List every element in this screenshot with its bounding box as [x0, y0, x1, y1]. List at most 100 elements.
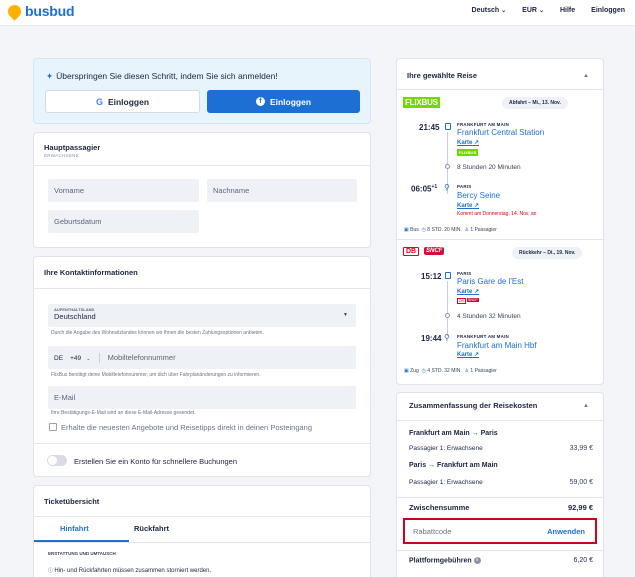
facebook-icon: f [255, 97, 265, 106]
return-duration: 4 Stunden 32 Minuten [457, 313, 521, 320]
tab-outbound[interactable]: Hinfahrt [60, 524, 89, 533]
google-icon: G [95, 96, 103, 107]
collapse-icon[interactable]: ▲ [583, 73, 589, 79]
location-pin-icon: ⚲ [444, 333, 450, 342]
top-nav: Deutsch ⌄ EUR ⌄ Hilfe Einloggen [472, 7, 625, 14]
outbound-meta: ▣ Bus ◷ 8 STD. 20 MIN. ♙ 1 Passagier [404, 227, 497, 233]
collapse-icon[interactable]: ▲ [583, 403, 589, 409]
subtotal-value: 92,99 € [567, 503, 593, 512]
currency-select[interactable]: EUR ⌄ [522, 7, 544, 14]
brand-logo[interactable]: busbud [5, 1, 75, 21]
language-select[interactable]: Deutsch ⌄ [472, 7, 507, 14]
return-arrival-city: FRANKFURT AM MAIN [457, 334, 509, 339]
facebook-login-button[interactable]: f Einloggen [207, 90, 360, 113]
sparkle-icon: ✦ [46, 71, 54, 81]
return-arrival-map-link[interactable]: Karte ↗ [457, 351, 479, 358]
info-icon[interactable]: i [473, 557, 481, 564]
country-value: Deutschland [54, 312, 96, 321]
bus-icon: ▣ [404, 227, 409, 233]
email-field[interactable]: E-Mail [48, 386, 356, 409]
birthdate-field[interactable]: Geburtsdatum [48, 210, 199, 233]
cost-summary-card: Zusammenfassung der Reisekosten ▲ Frankf… [396, 392, 604, 577]
phone-helper-text: FlixBus benötigt deine Mobiltelefonnumme… [51, 372, 261, 378]
refund-label: ERSTATTUNG UND UMTAUSCH [48, 551, 116, 556]
section-subtitle: ERWACHSENE [44, 153, 80, 158]
promo-code-label: Rabattcode [413, 527, 452, 536]
train-station-icon [445, 272, 451, 279]
outbound-arrival-map-link[interactable]: Karte ↗ [457, 202, 479, 209]
tab-return[interactable]: Rückfahrt [134, 524, 169, 533]
timeline-dot [445, 313, 450, 318]
first-name-field[interactable]: Vorname [48, 179, 199, 202]
offers-label: Erhalte die neuesten Angebote und Reiset… [61, 423, 313, 432]
location-pin-icon: ⚲ [444, 183, 450, 192]
external-link-icon: ↗ [472, 289, 480, 295]
outbound-arrival-time: 06:05+1 [411, 184, 438, 194]
passenger-icon: ♙ [464, 227, 470, 233]
phone-country-code[interactable]: DE [54, 355, 63, 362]
outbound-departure-map-link[interactable]: Karte ↗ [457, 139, 479, 146]
top-bar: busbud Deutsch ⌄ EUR ⌄ Hilfe Einloggen [0, 0, 635, 26]
flixbus-tag: FLIXBUS [457, 149, 479, 156]
day-offset: +1 [431, 184, 438, 190]
outbound-arrival-station: Bercy Seine [457, 191, 501, 200]
promo-code-field[interactable]: Rabattcode Anwenden [403, 518, 597, 544]
external-link-icon: ↗ [472, 140, 480, 146]
divider [397, 420, 603, 421]
ticket-overview-card: Ticketübersicht Hinfahrt Rückfahrt ERSTA… [33, 485, 371, 577]
busbud-logo-icon [5, 1, 24, 21]
external-link-icon: ↗ [472, 203, 480, 209]
return-arrival-station: Frankfurt am Main Hbf [457, 341, 537, 350]
leg-route: Paris → Frankfurt am Main [409, 462, 498, 469]
country-select[interactable]: AUFENTHALTSLAND Deutschland ▼ [48, 304, 356, 327]
section-title: Hauptpassagier [44, 143, 101, 152]
outbound-departure-time: 21:45 [419, 123, 440, 132]
bus-stop-icon [445, 123, 451, 130]
refund-text: ⓘ Hin- und Rückfahrten müssen zusammen s… [48, 568, 212, 574]
passenger-icon: ♙ [464, 368, 470, 374]
divider [34, 542, 370, 543]
subtotal-label: Zwischensumme [409, 503, 470, 512]
flixbus-logo: FLIXBUS [403, 97, 440, 108]
help-link[interactable]: Hilfe [560, 7, 575, 14]
chevron-down-icon: ⌄ [86, 356, 91, 362]
create-account-label: Erstellen Sie ein Konto für schnellere B… [74, 457, 238, 466]
leg-price: 33,99 € [569, 445, 593, 452]
phone-placeholder: Mobiltelefonnummer [107, 353, 176, 362]
selected-trip-card: Ihre gewählte Reise ▲ FLIXBUS Abfahrt – … [396, 58, 604, 385]
platform-fees-value: 6,20 € [573, 557, 593, 564]
sncf-logo: SNCF [424, 247, 445, 255]
dropdown-caret-icon: ▼ [343, 312, 348, 318]
leg-price: 59,00 € [569, 479, 593, 486]
divider [397, 550, 603, 551]
google-login-button[interactable]: G Einloggen [45, 90, 200, 113]
last-name-field[interactable]: Nachname [207, 179, 357, 202]
login-link[interactable]: Einloggen [591, 7, 625, 14]
login-prompt-title: ✦ Überspringen Sie diesen Schritt, indem … [46, 71, 278, 81]
brand-name: busbud [25, 3, 75, 19]
return-meta: ▣ Zug ◷ 4 STD. 32 MIN. ♙ 1 Passagier [404, 368, 497, 374]
return-departure-time: 15:12 [421, 272, 442, 281]
divider [397, 89, 603, 90]
return-departure-map-link[interactable]: Karte ↗ [457, 288, 479, 295]
clock-icon: ◷ [421, 227, 426, 233]
main-passenger-card: Hauptpassagier ERWACHSENE Vorname Nachna… [33, 132, 371, 248]
outbound-duration: 8 Stunden 20 Minuten [457, 164, 521, 171]
create-account-toggle[interactable] [47, 455, 67, 466]
outbound-date-badge: Abfahrt – Mi., 13. Nov. [502, 97, 568, 109]
db-logo: DB [403, 247, 420, 256]
section-title: Ticketübersicht [44, 497, 100, 506]
return-date-badge: Rückkehr – Di., 19. Nov. [512, 247, 583, 259]
chevron-down-icon: ⌄ [501, 8, 507, 14]
chevron-down-icon: ⌄ [538, 8, 544, 14]
timeline-dot [445, 164, 450, 169]
leg-passenger: Passagier 1: Erwachsene [409, 479, 483, 486]
country-helper-text: Durch die Angabe des Wohnsitzlandes könn… [51, 330, 264, 336]
divider [98, 353, 100, 364]
divider [397, 239, 603, 240]
train-icon: ▣ [404, 368, 409, 374]
phone-field[interactable]: DE +49 ⌄ Mobiltelefonnummer [48, 346, 356, 369]
trip-card-title: Ihre gewählte Reise [407, 71, 478, 80]
apply-promo-button[interactable]: Anwenden [547, 527, 585, 536]
offers-checkbox[interactable] [49, 423, 57, 431]
